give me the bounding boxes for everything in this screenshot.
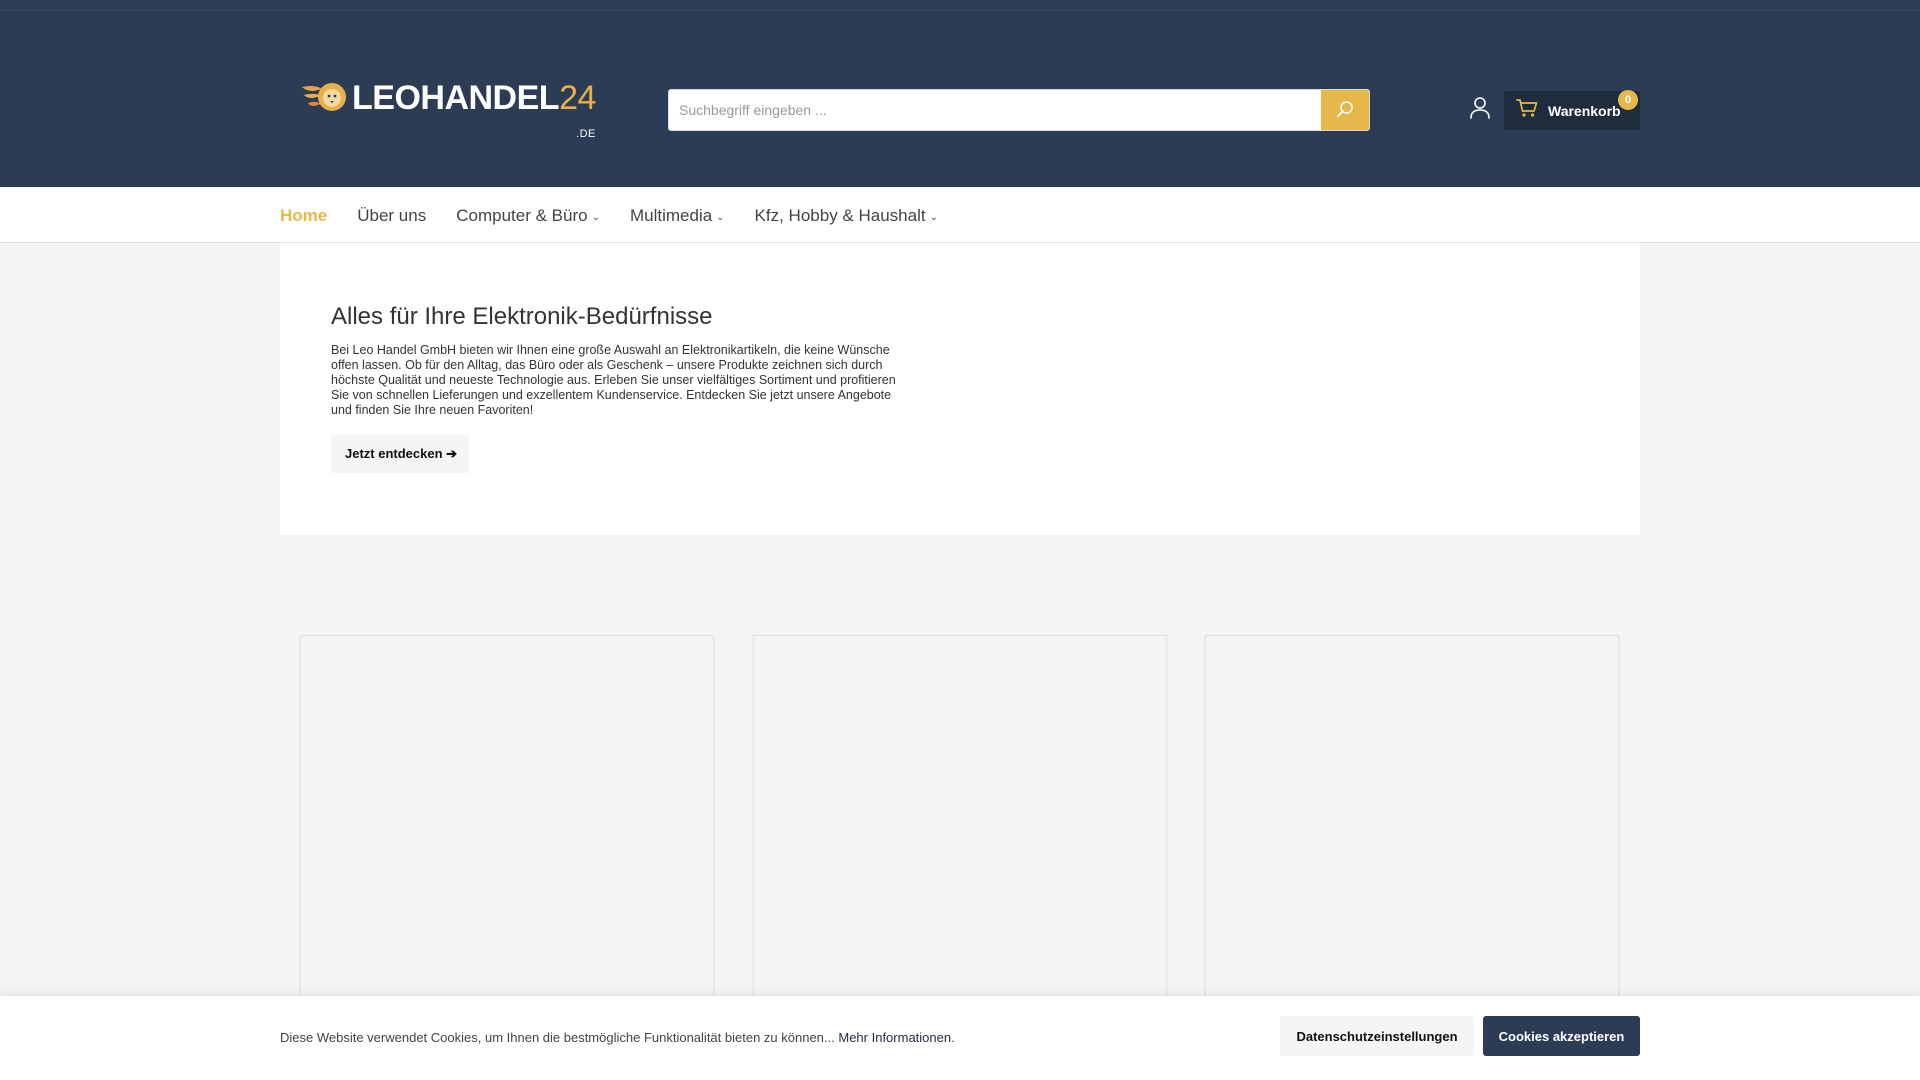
chevron-down-icon: ⌄ — [929, 211, 938, 223]
search-input[interactable] — [669, 90, 1321, 130]
account-button[interactable] — [1467, 96, 1493, 125]
privacy-settings-button[interactable]: Datenschutzeinstellungen — [1280, 1016, 1474, 1056]
hero-title: Alles für Ihre Elektronik-Bedürfnisse — [331, 303, 713, 330]
lion-head-icon — [300, 77, 350, 119]
logo-text: LEOHANDEL24 .DE — [352, 77, 596, 140]
logo-domain: .DE — [576, 128, 596, 140]
category-card[interactable] — [753, 635, 1167, 1015]
category-card[interactable] — [300, 635, 714, 1015]
cookie-notice-text: Diese Website verwendet Cookies, um Ihne… — [280, 1030, 955, 1045]
hero-text: Bei Leo Handel GmbH bieten wir Ihnen ein… — [331, 343, 896, 417]
search-button[interactable] — [1321, 90, 1369, 130]
site-header: LEOHANDEL24 .DE Suchbegriff eingeben ...… — [0, 11, 1920, 187]
chevron-down-icon: ⌄ — [591, 211, 600, 223]
cart-icon — [1516, 98, 1538, 123]
main-navigation: Home Über uns Computer & Büro ⌄ Multimedi… — [0, 187, 1920, 243]
nav-item-computer-buero[interactable]: Computer & Büro ⌄ — [456, 187, 600, 243]
search-bar — [668, 89, 1370, 131]
nav-item-ueber-uns[interactable]: Über uns — [357, 187, 426, 243]
nav-item-multimedia[interactable]: Multimedia ⌄ — [630, 187, 725, 243]
cart-button[interactable]: Warenkorb 0 — [1504, 90, 1640, 130]
accept-cookies-button[interactable]: Cookies akzeptieren — [1483, 1016, 1640, 1056]
nav-item-home[interactable]: Home — [280, 187, 327, 243]
cookie-banner: Diese Website verwendet Cookies, um Ihne… — [0, 996, 1920, 1080]
cart-label: Warenkorb — [1548, 102, 1621, 119]
top-bar — [0, 0, 1920, 11]
cart-count-badge: 0 — [1618, 90, 1638, 110]
category-card[interactable] — [1205, 635, 1619, 1015]
discover-button[interactable]: Jetzt entdecken ➔ — [331, 435, 470, 473]
search-icon — [1335, 99, 1355, 122]
site-logo[interactable]: LEOHANDEL24 .DE — [300, 77, 596, 140]
hero-banner: Alles für Ihre Elektronik-Bedürfnisse Be… — [280, 243, 1640, 535]
nav-item-kfz-hobby-haushalt[interactable]: Kfz, Hobby & Haushalt ⌄ — [755, 187, 938, 243]
chevron-down-icon: ⌄ — [716, 211, 725, 223]
user-icon — [1469, 96, 1491, 125]
more-info-link[interactable]: Mehr Informationen — [838, 1030, 951, 1045]
